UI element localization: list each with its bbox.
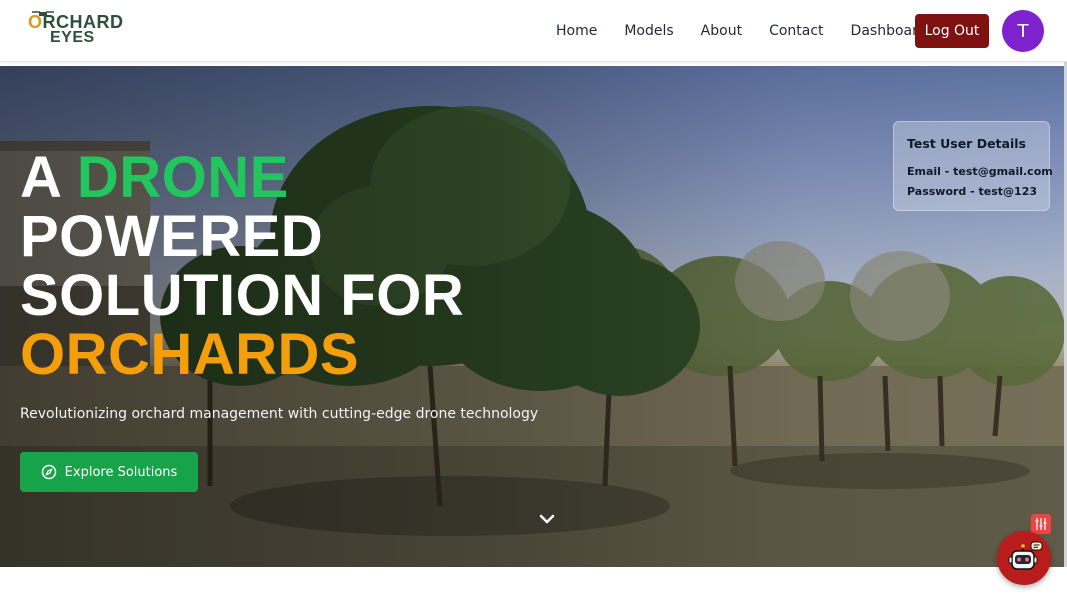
headline-line-3: SOLUTION FOR [20,263,465,328]
main-nav: Home Models About Contact Dashboard [556,0,954,62]
navbar: ORCHARD EYES Home Models About Contact D… [0,0,1067,62]
orchard-eyes-logo[interactable]: ORCHARD EYES [28,11,128,50]
explore-solutions-label: Explore Solutions [64,464,178,480]
nav-about[interactable]: About [701,23,742,39]
headline-word-a: A [20,145,61,210]
headline-line-4: ORCHARDS [20,322,360,387]
chatbot-button[interactable] [997,531,1051,585]
test-user-email: Email - test@gmail.com [907,165,1053,178]
compass-icon [41,464,57,480]
logo-text-line2: EYES [50,29,95,46]
hero-subtitle: Revolutionizing orchard management with … [20,406,539,422]
test-user-title: Test User Details [907,136,1026,151]
headline-line-1: A DRONE [20,148,464,207]
user-avatar[interactable]: T [1002,10,1044,52]
test-user-password: Password - test@123 [907,185,1038,198]
robot-icon [1008,541,1043,570]
nav-home[interactable]: Home [556,23,597,39]
nav-contact[interactable]: Contact [769,23,823,39]
chevron-down-icon[interactable] [537,512,557,526]
headline-line-2: POWERED [20,204,324,269]
sliders-icon[interactable] [1031,514,1051,534]
logout-button[interactable]: Log Out [915,14,989,48]
hero-headline: A DRONE POWERED SOLUTION FOR ORCHARDS [20,148,464,384]
hero-section: A DRONE POWERED SOLUTION FOR ORCHARDS Re… [0,66,1064,567]
nav-models[interactable]: Models [624,23,673,39]
test-user-card: Test User Details Email - test@gmail.com… [893,121,1053,211]
explore-solutions-button[interactable]: Explore Solutions [20,452,198,492]
headline-word-drone: DRONE [76,145,289,210]
page: ORCHARD EYES Home Models About Contact D… [0,0,1067,600]
